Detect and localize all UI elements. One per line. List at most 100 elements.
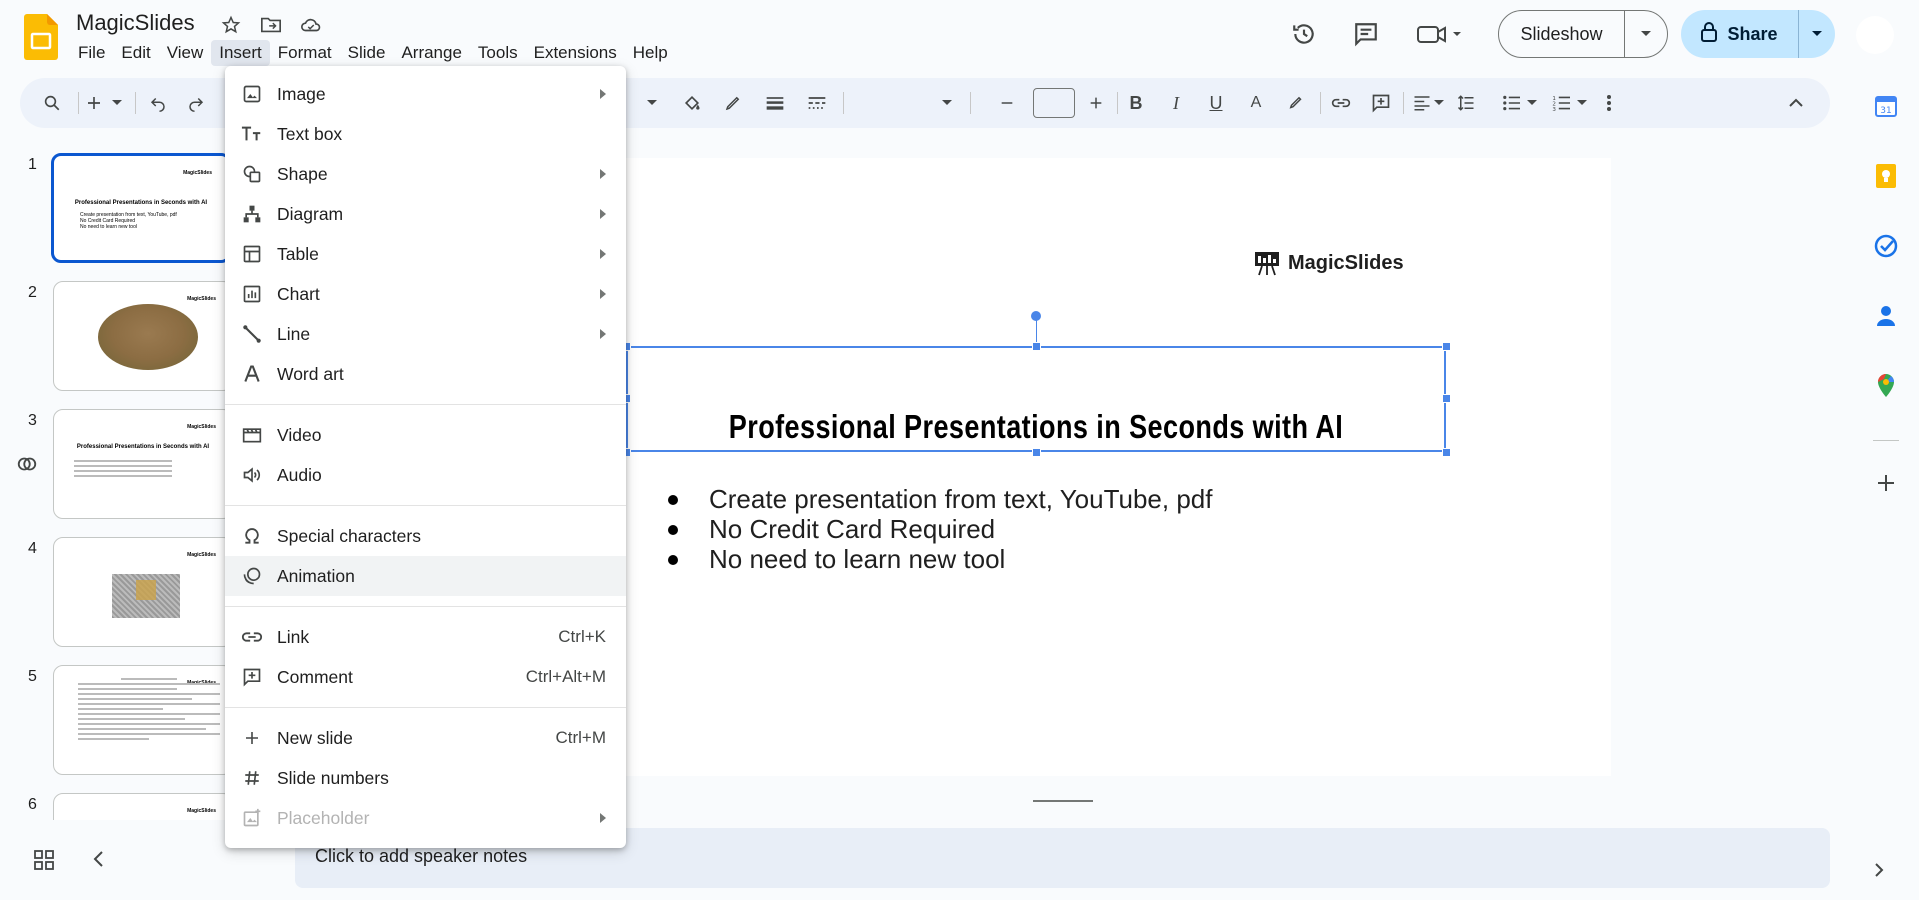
font-dropdown-icon[interactable] <box>940 91 954 115</box>
menu-help[interactable]: Help <box>625 40 676 66</box>
menu-item-new-slide[interactable]: New slide Ctrl+M <box>225 718 626 758</box>
text-color-icon[interactable]: A <box>1244 91 1268 115</box>
underline-icon[interactable]: U <box>1204 91 1228 115</box>
slideshow-label[interactable]: Slideshow <box>1499 11 1625 57</box>
share-button[interactable]: Share <box>1681 10 1835 58</box>
move-folder-icon[interactable] <box>258 12 284 38</box>
menu-insert[interactable]: Insert <box>211 40 270 66</box>
search-menus-icon[interactable] <box>40 91 64 115</box>
get-add-ons-icon[interactable] <box>1870 467 1902 499</box>
font-size-input[interactable] <box>1033 88 1075 118</box>
avatar[interactable] <box>1856 16 1894 54</box>
menu-view[interactable]: View <box>159 40 212 66</box>
version-history-icon[interactable] <box>1282 12 1326 56</box>
highlight-color-icon[interactable] <box>1284 91 1308 115</box>
maps-icon[interactable] <box>1870 370 1902 402</box>
collapse-toolbar-icon[interactable] <box>1784 91 1808 115</box>
keep-icon[interactable] <box>1870 160 1902 192</box>
border-color-icon[interactable] <box>721 91 745 115</box>
menu-item-table[interactable]: Table <box>225 234 626 274</box>
document-title[interactable]: MagicSlides <box>76 10 195 36</box>
menu-item-word-art[interactable]: Word art <box>225 354 626 394</box>
resize-handle[interactable] <box>1442 394 1451 403</box>
menu-item-animation[interactable]: Animation <box>225 556 626 596</box>
calendar-icon[interactable]: 31 <box>1870 90 1902 122</box>
menu-item-shape[interactable]: Shape <box>225 154 626 194</box>
redo-icon[interactable] <box>184 91 208 115</box>
numbered-list-dropdown-icon[interactable] <box>1575 91 1589 115</box>
line-spacing-icon[interactable] <box>1454 91 1478 115</box>
menu-item-slide-numbers[interactable]: Slide numbers <box>225 758 626 798</box>
undo-icon[interactable] <box>146 91 170 115</box>
share-main[interactable]: Share <box>1681 10 1799 58</box>
menu-slide[interactable]: Slide <box>340 40 394 66</box>
menu-tools[interactable]: Tools <box>470 40 526 66</box>
menu-bar: File Edit View Insert Format Slide Arrange Tool… <box>70 40 676 66</box>
menu-item-video[interactable]: Video <box>225 415 626 455</box>
insert-link-icon[interactable] <box>1329 91 1353 115</box>
grid-view-icon[interactable] <box>34 850 54 875</box>
linked-slide-icon[interactable] <box>16 453 38 480</box>
comments-icon[interactable] <box>1344 12 1388 56</box>
new-slide-icon[interactable] <box>82 91 106 115</box>
slideshow-button[interactable]: Slideshow <box>1498 10 1668 58</box>
border-dash-icon[interactable] <box>805 91 829 115</box>
slide-brand-logo[interactable]: MagicSlides <box>1254 250 1404 276</box>
align-icon[interactable] <box>1410 91 1434 115</box>
collapse-filmstrip-icon[interactable] <box>92 850 104 875</box>
notes-resize-handle[interactable] <box>1033 800 1093 802</box>
slideshow-dropdown-icon[interactable] <box>1625 30 1667 38</box>
border-weight-icon[interactable] <box>763 91 787 115</box>
slide-thumbnail-1[interactable]: MagicSlides Professional Presentations i… <box>51 153 231 263</box>
meet-icon[interactable] <box>1410 12 1470 56</box>
menu-item-chart[interactable]: Chart <box>225 274 626 314</box>
slides-logo-icon[interactable] <box>24 14 58 60</box>
star-icon[interactable] <box>218 12 244 38</box>
align-dropdown-icon[interactable] <box>1432 91 1446 115</box>
more-options-icon[interactable] <box>1597 91 1621 115</box>
menu-item-audio[interactable]: Audio <box>225 455 626 495</box>
menu-item-special-characters[interactable]: Special characters <box>225 516 626 556</box>
menu-item-image[interactable]: Image <box>225 74 626 114</box>
decrease-font-size-icon[interactable] <box>995 91 1019 115</box>
menu-format[interactable]: Format <box>270 40 340 66</box>
slide-thumbnail-2[interactable]: MagicSlides <box>53 281 233 391</box>
tasks-icon[interactable] <box>1870 230 1902 262</box>
increase-font-size-icon[interactable] <box>1084 91 1108 115</box>
numbered-list-icon[interactable]: 123 <box>1550 91 1574 115</box>
italic-icon[interactable]: I <box>1164 91 1188 115</box>
cloud-status-icon[interactable] <box>298 12 324 38</box>
slide-canvas[interactable] <box>625 158 1611 776</box>
menu-edit[interactable]: Edit <box>113 40 158 66</box>
slide-thumbnail-3[interactable]: MagicSlides Professional Presentations i… <box>53 409 233 519</box>
menu-file[interactable]: File <box>70 40 113 66</box>
slide-title[interactable]: Professional Presentations in Seconds wi… <box>700 408 1372 446</box>
bold-icon[interactable]: B <box>1124 91 1148 115</box>
share-dropdown-icon[interactable] <box>1799 30 1835 38</box>
menu-extensions[interactable]: Extensions <box>526 40 625 66</box>
rotation-handle[interactable] <box>1031 311 1041 321</box>
line-dropdown-icon[interactable] <box>645 91 659 115</box>
menu-item-comment[interactable]: Comment Ctrl+Alt+M <box>225 657 626 697</box>
new-slide-layout-dropdown-icon[interactable] <box>110 91 124 115</box>
menu-item-diagram[interactable]: Diagram <box>225 194 626 234</box>
resize-handle[interactable] <box>1032 342 1041 351</box>
slide-thumbnail-5[interactable]: MagicSlides <box>53 665 233 775</box>
add-comment-icon[interactable] <box>1369 91 1393 115</box>
resize-handle[interactable] <box>1032 448 1041 457</box>
menu-item-link[interactable]: Link Ctrl+K <box>225 617 626 657</box>
menu-arrange[interactable]: Arrange <box>393 40 469 66</box>
slide-bullet-list[interactable]: Create presentation from text, YouTube, … <box>664 484 1212 574</box>
slide-thumbnail-6[interactable]: MagicSlides <box>53 793 233 820</box>
fill-color-icon[interactable] <box>680 91 704 115</box>
bulleted-list-icon[interactable] <box>1500 91 1524 115</box>
bulleted-list-dropdown-icon[interactable] <box>1525 91 1539 115</box>
resize-handle[interactable] <box>1442 448 1451 457</box>
contacts-icon[interactable] <box>1870 300 1902 332</box>
menu-item-line[interactable]: Line <box>225 314 626 354</box>
resize-handle[interactable] <box>1442 342 1451 351</box>
slide-thumbnail-4[interactable]: MagicSlides <box>53 537 233 647</box>
hide-side-panel-icon[interactable] <box>1874 862 1884 883</box>
menu-item-text-box[interactable]: Text box <box>225 114 626 154</box>
svg-text:31: 31 <box>1880 106 1891 116</box>
